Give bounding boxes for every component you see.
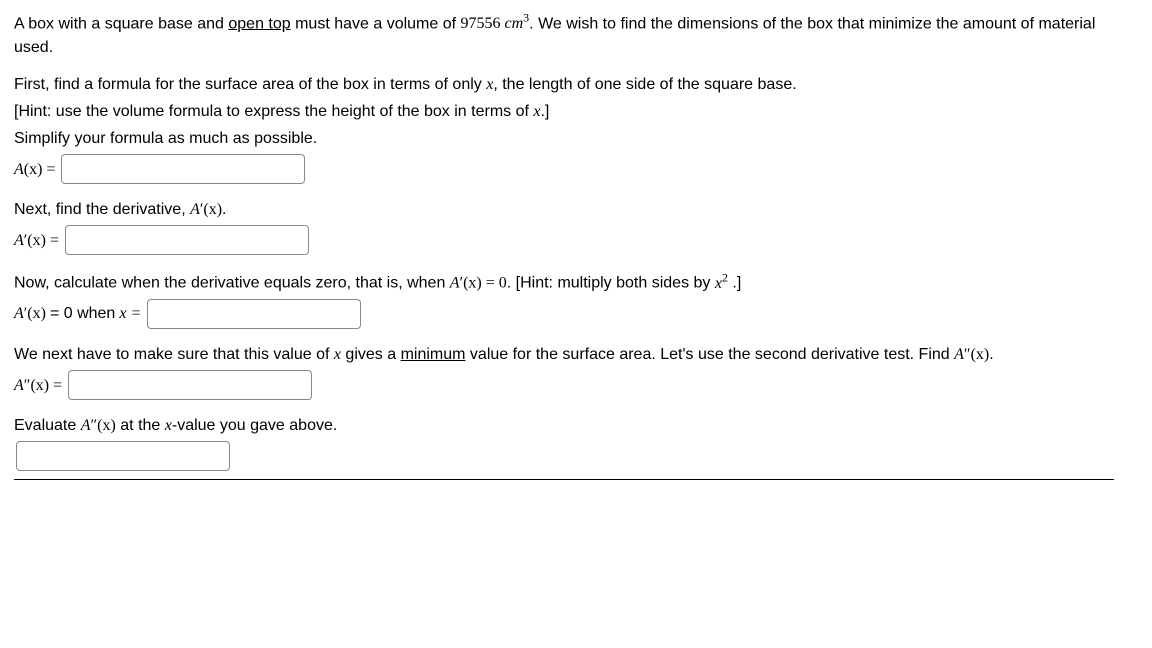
step4-text: We next have to make sure that this valu… <box>14 343 1114 366</box>
step1-block: First, find a formula for the surface ar… <box>14 73 1114 185</box>
double-prime: ″ <box>964 346 971 363</box>
A-double-prime-expr-2: A″(x) <box>81 417 116 434</box>
text: -value you gave above. <box>172 417 337 434</box>
letter-A: A <box>14 161 24 178</box>
letter-A: A <box>190 201 200 218</box>
divider <box>14 479 1114 480</box>
step3-text: Now, calculate when the derivative equal… <box>14 269 1114 295</box>
step5-block: Evaluate A″(x) at the x-value you gave a… <box>14 414 1114 471</box>
A-of-x-input[interactable] <box>61 154 305 184</box>
text: .] <box>540 103 549 120</box>
var-x: x <box>334 346 341 363</box>
unit: cm <box>505 15 524 32</box>
step3-block: Now, calculate when the derivative equal… <box>14 269 1114 329</box>
step2-block: Next, find the derivative, A′(x). A′(x) … <box>14 198 1114 255</box>
equals-zero: = 0 <box>482 275 507 292</box>
var-x: x <box>119 302 126 325</box>
step2-text: Next, find the derivative, A′(x). <box>14 198 1114 221</box>
paren-x: (x) <box>27 232 46 249</box>
step4-block: We next have to make sure that this valu… <box>14 343 1114 400</box>
A-prime-label: A′(x) = <box>14 229 59 252</box>
text: Next, find the derivative, <box>14 201 190 218</box>
A-prime-input[interactable] <box>65 225 309 255</box>
text: A box with a square base and <box>14 15 228 32</box>
x-equals-input[interactable] <box>147 299 361 329</box>
step1-simplify: Simplify your formula as much as possibl… <box>14 127 1114 150</box>
text: Evaluate <box>14 417 81 434</box>
text: .] <box>728 275 741 292</box>
text: = 0 when <box>50 302 115 325</box>
equals: = <box>49 377 62 394</box>
var-x: x <box>715 275 722 292</box>
A-double-prime-input[interactable] <box>68 370 312 400</box>
minimum-underline: minimum <box>401 346 466 363</box>
text: value for the surface area. Let's use th… <box>465 346 954 363</box>
equals: = <box>130 302 141 325</box>
text: . <box>222 201 226 218</box>
text: [Hint: use the volume formula to express… <box>14 103 533 120</box>
paren-x: (x) <box>463 275 482 292</box>
A-double-prime-expr: A″(x) <box>954 346 989 363</box>
step5-text: Evaluate A″(x) at the x-value you gave a… <box>14 414 1114 437</box>
letter-A: A <box>14 305 24 322</box>
A-prime-expr: A′(x) <box>190 201 222 218</box>
step1-answer-line: A(x) = <box>14 154 1114 184</box>
text: must have a volume of <box>291 15 461 32</box>
paren-x: (x) <box>27 305 46 322</box>
A-double-prime-label: A″(x) = <box>14 374 62 397</box>
equals: = <box>42 161 55 178</box>
letter-A: A <box>14 232 24 249</box>
paren-x: (x) <box>30 377 49 394</box>
paren-x: (x) <box>97 417 116 434</box>
problem-container: A box with a square base and open top mu… <box>14 10 1114 480</box>
paren-x: (x) <box>971 346 990 363</box>
step4-answer-line: A″(x) = <box>14 370 1114 400</box>
text: at the <box>116 417 165 434</box>
A-prime-eq-zero: A′(x) = 0 <box>450 275 507 292</box>
intro-block: A box with a square base and open top mu… <box>14 10 1114 59</box>
paren-x: (x) <box>203 201 222 218</box>
text: First, find a formula for the surface ar… <box>14 76 486 93</box>
open-top-underline: open top <box>228 15 290 32</box>
A-of-x-label: A(x) = <box>14 158 55 181</box>
equals: = <box>46 232 59 249</box>
evaluate-input[interactable] <box>16 441 230 471</box>
step1-text: First, find a formula for the surface ar… <box>14 73 1114 96</box>
step1-hint: [Hint: use the volume formula to express… <box>14 100 1114 123</box>
step3-answer-line: A′(x) = 0 when x = <box>14 299 1114 329</box>
text: We next have to make sure that this valu… <box>14 346 334 363</box>
paren-x: (x) <box>24 161 43 178</box>
volume-value: 97556 cm3 <box>461 15 530 32</box>
text: , the length of one side of the square b… <box>493 76 796 93</box>
letter-A: A <box>954 346 964 363</box>
letter-A: A <box>81 417 91 434</box>
intro-text: A box with a square base and open top mu… <box>14 10 1114 59</box>
text: . [Hint: multiply both sides by <box>507 275 715 292</box>
var-x: x <box>165 417 172 434</box>
step2-answer-line: A′(x) = <box>14 225 1114 255</box>
letter-A: A <box>450 275 460 292</box>
text: Now, calculate when the derivative equal… <box>14 275 450 292</box>
text: . <box>989 346 993 363</box>
x-squared: x2 <box>715 275 728 292</box>
number: 97556 <box>461 15 501 32</box>
A-prime-zero-label: A′(x) <box>14 302 46 325</box>
step5-answer-line <box>14 441 1114 471</box>
text: gives a <box>341 346 401 363</box>
letter-A: A <box>14 377 24 394</box>
